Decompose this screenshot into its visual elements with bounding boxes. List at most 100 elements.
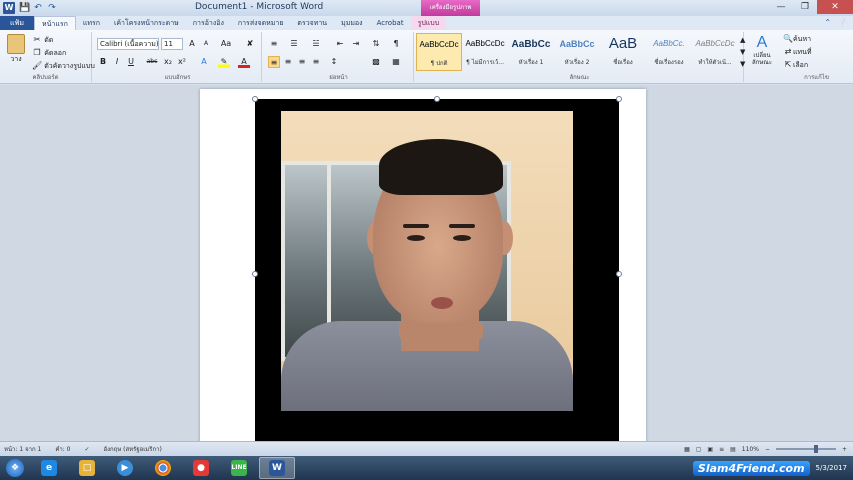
change-case-button[interactable]: Aa [220, 38, 232, 50]
paste-button[interactable]: วาง [4, 34, 28, 65]
increase-indent-icon[interactable]: ⇥ [350, 38, 362, 50]
proofing-icon[interactable]: ✓ [84, 446, 89, 453]
tab-review[interactable]: ตรวจทาน [290, 16, 334, 30]
font-color-icon[interactable]: A [238, 56, 250, 68]
change-styles-button[interactable]: A เปลี่ยนลักษณะ [748, 34, 776, 66]
replace-button[interactable]: ⇄ แทนที่ [783, 47, 812, 58]
multilevel-list-icon[interactable]: ☱ [310, 38, 322, 50]
brush-icon: 🖌 [32, 61, 43, 70]
taskbar-ie[interactable]: e [31, 457, 67, 479]
zoom-in-icon[interactable]: + [842, 446, 847, 453]
bold-button[interactable]: B [97, 56, 109, 68]
chrome-icon [155, 460, 171, 476]
style-heading-1[interactable]: AaBbCc หัวเรื่อง 1 [508, 33, 554, 71]
clipboard-icon [7, 34, 25, 54]
style-heading-2[interactable]: AaBbCc หัวเรื่อง 2 [554, 33, 600, 71]
zoom-level[interactable]: 110% [742, 446, 759, 453]
tab-home[interactable]: หน้าแรก [34, 16, 76, 30]
numbering-icon[interactable]: ☰ [288, 38, 300, 50]
highlight-icon[interactable]: ✎ [218, 56, 230, 68]
cut-button[interactable]: ✂ ตัด [32, 35, 54, 46]
save-icon[interactable]: 💾 [19, 3, 30, 13]
shading-icon[interactable]: ▩ [370, 56, 382, 68]
word-app-icon[interactable]: W [3, 2, 15, 14]
clock-date[interactable]: 5/3/2017 [816, 464, 847, 472]
tab-page-layout[interactable]: เค้าโครงหน้ากระดาษ [107, 16, 186, 30]
tab-file[interactable]: แฟ้ม [0, 16, 34, 30]
zoom-slider[interactable] [775, 445, 836, 453]
undo-icon[interactable]: ↶ [33, 3, 43, 13]
close-button[interactable]: ✕ [817, 0, 853, 14]
resize-handle-tl[interactable] [252, 96, 258, 102]
resize-handle-tr[interactable] [616, 96, 622, 102]
word-count[interactable]: คำ: 0 [55, 444, 70, 454]
text-effects-icon[interactable]: A [198, 56, 210, 68]
align-right-icon[interactable]: ≡ [296, 56, 308, 68]
tab-format[interactable]: รูปแบบ [410, 16, 447, 30]
page-count[interactable]: หน้า: 1 จาก 1 [4, 444, 41, 454]
style-normal[interactable]: AaBbCcDc ¶ ปกติ [416, 33, 462, 71]
taskbar-chrome[interactable] [145, 457, 181, 479]
document-page[interactable] [200, 89, 646, 441]
language-indicator[interactable]: อังกฤษ (สหรัฐอเมริกา) [104, 444, 162, 454]
borders-icon[interactable]: ▦ [390, 56, 402, 68]
minimize-button[interactable]: — [769, 0, 793, 14]
format-painter-button[interactable]: 🖌 ตัวคัดวางรูปแบบ [32, 61, 95, 72]
taskbar-line[interactable]: LINE [221, 457, 257, 479]
full-screen-icon[interactable]: ▢ [696, 446, 702, 453]
tab-insert[interactable]: แทรก [76, 16, 107, 30]
select-button[interactable]: ⇱ เลือก [783, 60, 808, 71]
bullets-icon[interactable]: ≡ [268, 38, 280, 50]
decrease-indent-icon[interactable]: ⇤ [334, 38, 346, 50]
font-size-box[interactable]: 11 [161, 38, 183, 50]
start-button[interactable]: ❖ [0, 456, 30, 480]
zoom-slider-thumb[interactable] [813, 445, 818, 453]
taskbar-word[interactable]: W [259, 457, 295, 479]
minimize-ribbon-icon[interactable]: ⌃ [824, 16, 831, 30]
sort-icon[interactable]: ⇅ [370, 38, 382, 50]
grow-font-button[interactable]: A [186, 38, 198, 50]
align-center-icon[interactable]: ≡ [282, 56, 294, 68]
copy-button[interactable]: ❐ คัดลอก [32, 48, 66, 59]
show-marks-button[interactable]: ¶ [390, 38, 402, 50]
strikethrough-button[interactable]: abc [146, 56, 158, 68]
status-bar: หน้า: 1 จาก 1 คำ: 0 ✓ อังกฤษ (สหรัฐอเมริ… [0, 441, 853, 456]
style-subtle-emphasis[interactable]: AaBbCcDc ทำให้ตัวเน้... [692, 33, 738, 71]
shrink-font-button[interactable]: A [200, 38, 212, 50]
resize-handle-l[interactable] [252, 271, 258, 277]
tab-mailings[interactable]: การส่งจดหมาย [231, 16, 291, 30]
style-no-spacing[interactable]: AaBbCcDc ¶ ไม่มีการเว้... [462, 33, 508, 71]
style-title[interactable]: AaB ชื่อเรื่อง [600, 33, 646, 71]
resize-handle-r[interactable] [616, 271, 622, 277]
restore-button[interactable]: ❐ [793, 0, 817, 14]
draft-icon[interactable]: ▤ [730, 446, 736, 453]
tab-view[interactable]: มุมมอง [334, 16, 369, 30]
zoom-out-icon[interactable]: − [765, 446, 770, 453]
copy-icon: ❐ [33, 48, 41, 57]
line-spacing-icon[interactable]: ↕ [328, 56, 340, 68]
subscript-button[interactable]: x₂ [162, 56, 174, 68]
style-subtitle[interactable]: AaBbCc. ชื่อเรื่องรอง [646, 33, 692, 71]
resize-handle-t[interactable] [434, 96, 440, 102]
taskbar-app[interactable]: ● [183, 457, 219, 479]
find-button[interactable]: 🔍ค้นหา [783, 34, 811, 45]
taskbar-explorer[interactable]: □ [69, 457, 105, 479]
help-icon[interactable]: ❔ [837, 16, 847, 30]
superscript-button[interactable]: x² [176, 56, 188, 68]
tab-acrobat[interactable]: Acrobat [370, 16, 411, 30]
justify-icon[interactable]: ≡ [310, 56, 322, 68]
web-layout-icon[interactable]: ▣ [707, 446, 713, 453]
italic-button[interactable]: I [111, 56, 123, 68]
print-layout-icon[interactable]: ▦ [684, 446, 690, 453]
document-area[interactable] [0, 85, 853, 441]
font-name-box[interactable]: Calibri (เนื้อความ) [97, 38, 159, 50]
tab-references[interactable]: การอ้างอิง [186, 16, 231, 30]
align-left-icon[interactable]: ≡ [268, 56, 280, 68]
clear-format-icon[interactable]: ✘ [244, 38, 256, 50]
selected-picture[interactable] [252, 96, 622, 441]
taskbar-media[interactable]: ▶ [107, 457, 143, 479]
underline-button[interactable]: U [125, 56, 137, 68]
outline-icon[interactable]: ≡ [719, 446, 724, 453]
paragraph-group: ≡ ☰ ☱ ⇤ ⇥ ⇅ ¶ ≡ ≡ ≡ ≡ ↕ ▩ ▦ ย่อหน้า [264, 32, 414, 82]
redo-icon[interactable]: ↷ [47, 3, 57, 13]
